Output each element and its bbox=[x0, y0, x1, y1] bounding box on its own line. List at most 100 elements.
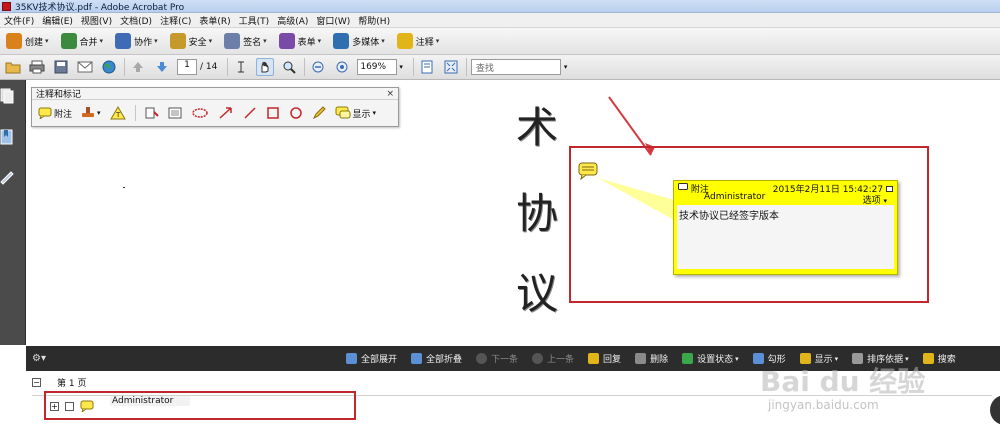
textbox-tool[interactable] bbox=[168, 106, 182, 120]
sign-label: 签名 bbox=[243, 37, 262, 48]
comment-label: 注释 bbox=[415, 37, 434, 48]
gear-icon[interactable]: ⚙▾ bbox=[32, 353, 46, 364]
signatures-icon[interactable] bbox=[0, 170, 14, 186]
find-dropdown-icon[interactable]: ▾ bbox=[564, 63, 568, 71]
text-cursor-icon bbox=[238, 61, 245, 73]
find-input[interactable]: 查找 bbox=[470, 59, 561, 75]
menu-document[interactable]: 文档(D) bbox=[116, 14, 156, 27]
menu-window[interactable]: 窗口(W) bbox=[312, 14, 354, 27]
zoom-in-button[interactable] bbox=[333, 58, 351, 76]
menu-advanced[interactable]: 高级(A) bbox=[273, 14, 312, 27]
pages-icon[interactable] bbox=[0, 88, 14, 104]
menu-view[interactable]: 视图(V) bbox=[77, 14, 116, 27]
navigation-toolbar: 1 / 14 169% ▾ 查找 ▾ bbox=[0, 55, 1000, 80]
popup-comment-text[interactable]: 技术协议已经签字版本 bbox=[677, 205, 894, 269]
zoom-tool-button[interactable] bbox=[280, 58, 298, 76]
open-folder-button[interactable] bbox=[4, 58, 22, 76]
collaborate-label: 协作 bbox=[134, 37, 153, 48]
toolbar-divider bbox=[465, 58, 467, 76]
email-button[interactable] bbox=[76, 58, 94, 76]
menu-forms[interactable]: 表单(R) bbox=[195, 14, 234, 27]
toolbar-divider bbox=[134, 105, 136, 121]
multimedia-button[interactable]: 多媒体 ▾ bbox=[331, 30, 387, 52]
page-number-input[interactable]: 1 bbox=[177, 59, 197, 75]
menu-tools[interactable]: 工具(T) bbox=[235, 14, 274, 27]
text-edits-tool[interactable]: T bbox=[109, 106, 126, 120]
page-group-row[interactable]: − 第 1 页 bbox=[32, 376, 86, 389]
menu-file[interactable]: 文件(F) bbox=[0, 14, 38, 27]
web-button[interactable] bbox=[100, 58, 118, 76]
secure-button[interactable]: 安全 ▾ bbox=[168, 30, 215, 52]
sign-button[interactable]: 签名 ▾ bbox=[222, 30, 269, 52]
bookmarks-icon[interactable] bbox=[0, 129, 14, 145]
comment-button[interactable]: 注释 ▾ bbox=[395, 30, 442, 52]
previous-page-button[interactable] bbox=[129, 58, 147, 76]
chevron-down-icon: ▾ bbox=[372, 109, 377, 117]
pencil-icon bbox=[312, 106, 326, 120]
fullscreen-button[interactable] bbox=[442, 58, 460, 76]
oval-tool[interactable] bbox=[289, 106, 303, 120]
create-label: 创建 bbox=[25, 37, 44, 48]
rectangle-icon bbox=[266, 107, 279, 119]
menu-help[interactable]: 帮助(H) bbox=[354, 14, 394, 27]
pen-icon bbox=[224, 33, 241, 49]
collapse-all-button[interactable]: 全部折叠 bbox=[411, 352, 462, 365]
forms-button[interactable]: 表单 ▾ bbox=[277, 30, 324, 52]
hand-tool-button[interactable] bbox=[256, 58, 275, 76]
show-menu-button[interactable]: 显示 ▾ bbox=[335, 106, 377, 120]
collapse-all-label: 全部折叠 bbox=[426, 355, 463, 365]
close-icon[interactable]: × bbox=[386, 89, 394, 99]
window-title: 35KV技术协议.pdf - Adobe Acrobat Pro bbox=[15, 2, 185, 13]
globe-icon bbox=[102, 60, 116, 74]
create-button[interactable]: 创建 ▾ bbox=[4, 30, 51, 52]
next-comment-button[interactable]: 下一条 bbox=[476, 352, 518, 365]
chevron-down-icon: ▾ bbox=[154, 37, 158, 45]
textbox-icon bbox=[168, 107, 182, 119]
zoom-out-button[interactable] bbox=[309, 58, 327, 76]
search-comments-button[interactable]: 搜索 bbox=[922, 352, 956, 365]
zoom-dropdown-icon[interactable]: ▾ bbox=[399, 63, 403, 71]
stamp-tool[interactable]: ▾ bbox=[81, 106, 101, 120]
previous-comment-button[interactable]: 上一条 bbox=[532, 352, 574, 365]
chevron-down-icon: ▾ bbox=[435, 37, 440, 45]
zoom-in-icon bbox=[336, 61, 348, 73]
rectangle-tool[interactable] bbox=[266, 106, 280, 120]
comment-popup[interactable]: 附注 2015年2月11日 15:42:27 Administrator 选项 … bbox=[673, 180, 898, 275]
menu-comments[interactable]: 注释(C) bbox=[156, 14, 195, 27]
cloud-tool[interactable] bbox=[191, 107, 209, 119]
create-icon bbox=[6, 33, 22, 49]
acrobat-app-icon bbox=[2, 1, 11, 11]
arrow-tool[interactable] bbox=[218, 106, 234, 120]
envelope-icon bbox=[77, 61, 93, 73]
combine-button[interactable]: 合并 ▾ bbox=[59, 30, 106, 52]
sticky-note-tool[interactable]: 附注 bbox=[38, 107, 72, 120]
select-tool-button[interactable] bbox=[232, 58, 250, 76]
chevron-down-icon: ▾ bbox=[263, 37, 267, 45]
multimedia-icon bbox=[333, 33, 350, 49]
reply-icon bbox=[588, 353, 600, 364]
expand-all-button[interactable]: 全部展开 bbox=[345, 352, 397, 365]
zoom-level-input[interactable]: 169% bbox=[357, 59, 398, 75]
collaborate-button[interactable]: 协作 ▾ bbox=[113, 30, 160, 52]
collapse-toggle-icon[interactable]: − bbox=[32, 378, 41, 387]
oval-icon bbox=[289, 107, 302, 119]
minimize-icon[interactable] bbox=[886, 186, 893, 192]
reply-button[interactable]: 回复 bbox=[588, 352, 621, 365]
line-tool[interactable] bbox=[243, 106, 257, 120]
menu-edit[interactable]: 编辑(E) bbox=[38, 14, 77, 27]
highlight-tool[interactable] bbox=[145, 106, 159, 120]
markup-toolbar-title: 注释和标记 bbox=[36, 90, 82, 100]
save-button[interactable] bbox=[52, 58, 70, 76]
sticky-note-icon[interactable] bbox=[578, 162, 598, 180]
navigation-panel bbox=[0, 80, 26, 345]
next-page-button[interactable] bbox=[153, 58, 171, 76]
set-status-button[interactable]: 设置状态 ▾ bbox=[682, 352, 739, 365]
previous-comment-label: 上一条 bbox=[547, 355, 575, 365]
fit-page-button[interactable] bbox=[418, 58, 436, 76]
sticky-note-icon bbox=[38, 107, 52, 119]
pencil-tool[interactable] bbox=[312, 106, 326, 120]
delete-button[interactable]: 删除 bbox=[635, 352, 668, 365]
print-button[interactable] bbox=[28, 58, 46, 76]
hand-icon bbox=[261, 61, 269, 73]
chevron-down-icon: ▾ bbox=[735, 354, 739, 363]
